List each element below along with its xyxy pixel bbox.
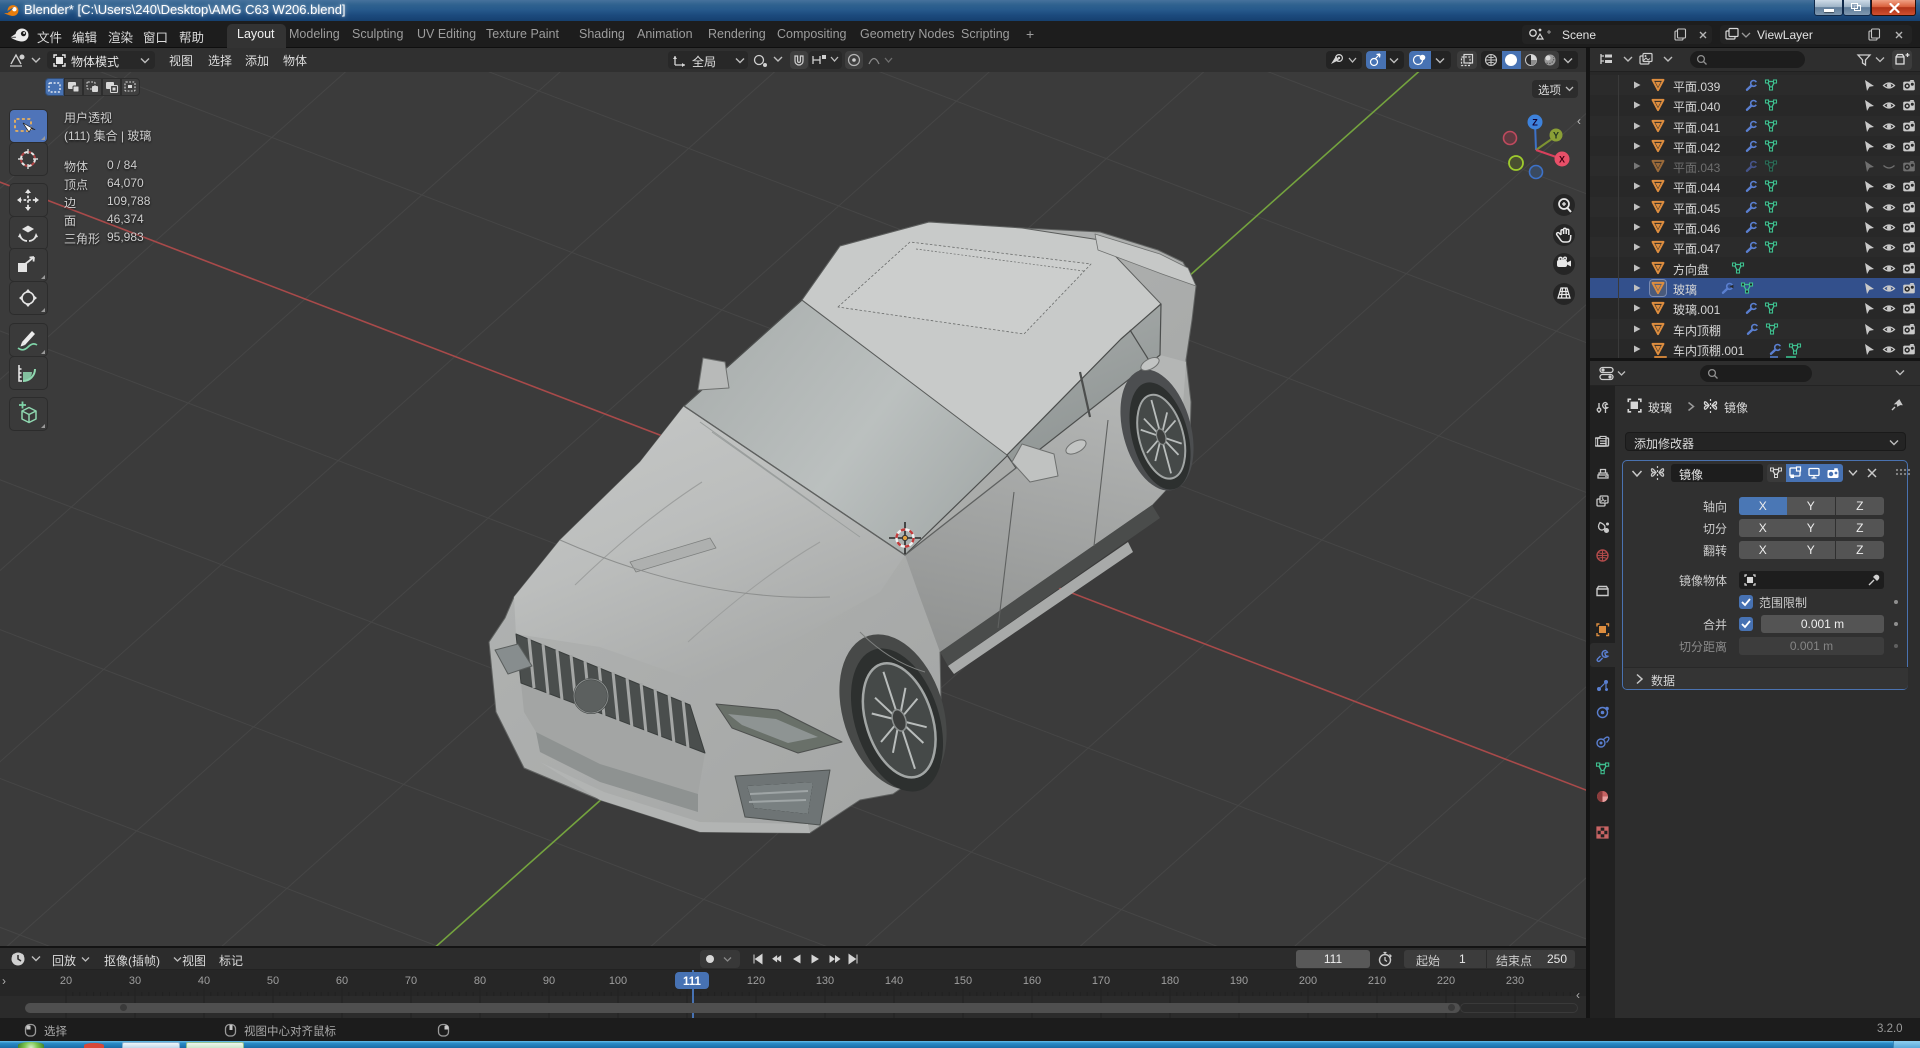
svg-text:Y: Y bbox=[1553, 131, 1559, 141]
svg-text:X: X bbox=[1559, 155, 1565, 165]
svg-text:Z: Z bbox=[1532, 118, 1538, 128]
